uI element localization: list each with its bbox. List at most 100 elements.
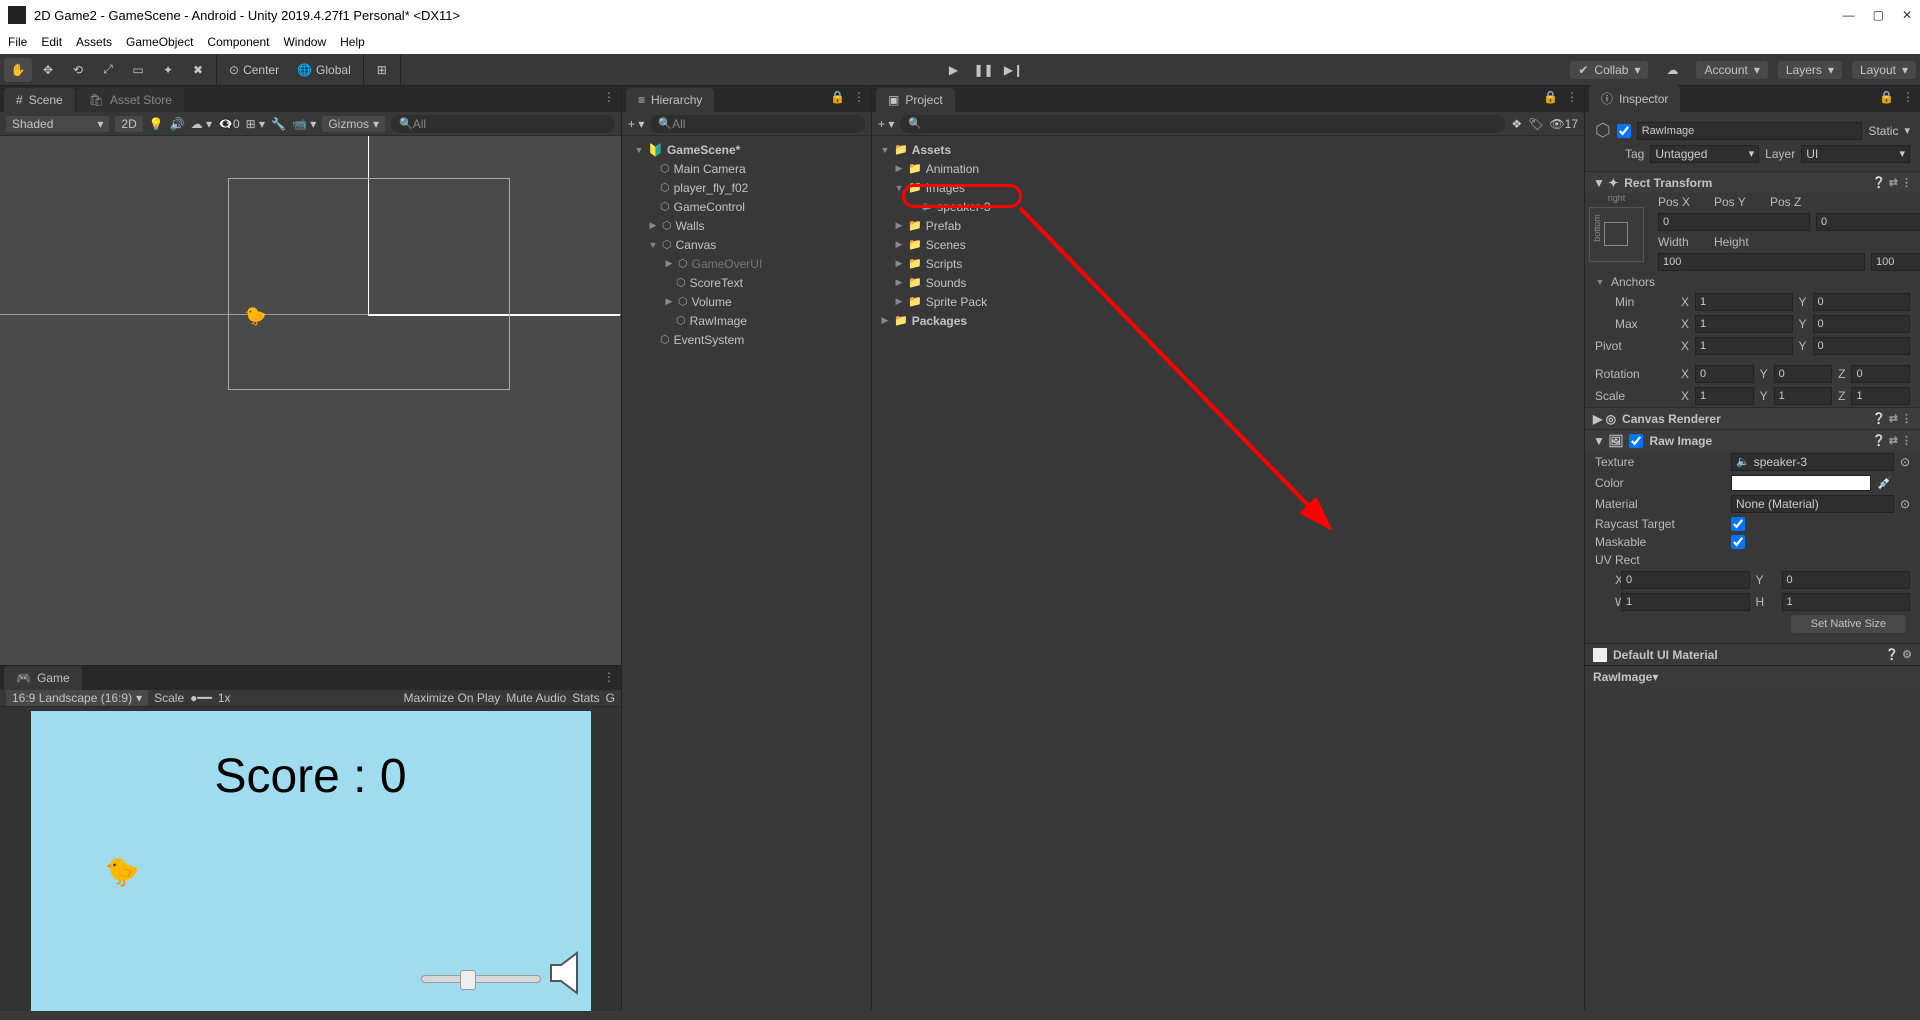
static-label[interactable]: Static (1868, 124, 1898, 138)
hierarchy-item[interactable]: ▶⬡Walls (622, 216, 871, 235)
global-toggle[interactable]: 🌐Global (289, 58, 359, 82)
lock-icon[interactable]: 🔒 (1543, 90, 1558, 104)
anchor-max-y[interactable] (1813, 315, 1910, 333)
rect-transform-header[interactable]: ▼ ✦ Rect Transform❔ ⇄ ⋮ (1585, 171, 1920, 193)
tab-game[interactable]: 🎮 Game (4, 666, 82, 690)
lock-icon[interactable]: 🔒 (830, 90, 845, 104)
hierarchy-item[interactable]: ⬡player_fly_f02 (622, 178, 871, 197)
menu-edit[interactable]: Edit (41, 35, 62, 49)
uv-h[interactable] (1782, 593, 1911, 611)
project-item-speaker[interactable]: 🔈speaker-3 (872, 197, 1584, 216)
anchor-min-x[interactable] (1695, 293, 1792, 311)
rot-z[interactable] (1851, 365, 1910, 383)
menu-window[interactable]: Window (283, 35, 326, 49)
material-field[interactable]: None (Material) (1731, 495, 1894, 513)
rect-tool-icon[interactable]: ▭ (124, 58, 152, 82)
tab-asset-store[interactable]: 🛍 Asset Store (77, 88, 184, 112)
project-item[interactable]: ▶📁Packages (872, 311, 1584, 330)
step-button[interactable]: ▶❙ (1000, 58, 1028, 82)
account-dropdown[interactable]: Account ▾ (1696, 61, 1767, 79)
move-tool-icon[interactable]: ✥ (34, 58, 62, 82)
object-name-field[interactable] (1637, 122, 1863, 140)
set-native-size-button[interactable]: Set Native Size (1791, 615, 1906, 633)
height-field[interactable] (1871, 253, 1920, 271)
hierarchy-item[interactable]: ⬡Main Camera (622, 159, 871, 178)
tools-icon[interactable]: 🔧 (271, 117, 286, 131)
create-dropdown[interactable]: + ▾ (878, 117, 894, 131)
project-item[interactable]: ▶📁Animation (872, 159, 1584, 178)
project-item[interactable]: ▶📁Sprite Pack (872, 292, 1584, 311)
panel-menu-icon[interactable]: ⋮ (603, 90, 615, 104)
preview-bar[interactable]: RawImage ▾ (1585, 665, 1920, 687)
tab-inspector[interactable]: ⓘ Inspector (1589, 85, 1680, 112)
light-icon[interactable]: 💡 (149, 117, 164, 131)
menu-component[interactable]: Component (207, 35, 269, 49)
rot-x[interactable] (1695, 365, 1754, 383)
hierarchy-scene[interactable]: ▼🔰GameScene* (622, 140, 871, 159)
project-item[interactable]: ▼📁Assets (872, 140, 1584, 159)
pivot-x[interactable] (1695, 337, 1792, 355)
scale-tool-icon[interactable]: ⤢ (94, 58, 122, 82)
scale-z[interactable] (1851, 387, 1910, 405)
pivot-toggle[interactable]: ⊙Center (221, 58, 287, 82)
hierarchy-item[interactable]: ⬡EventSystem (622, 330, 871, 349)
transform-tool-icon[interactable]: ✦ (154, 58, 182, 82)
hierarchy-item[interactable]: ▼⬡Canvas (622, 235, 871, 254)
cam-icon[interactable]: 📹 ▾ (292, 117, 316, 131)
raycast-checkbox[interactable] (1731, 517, 1745, 531)
scale-slider[interactable]: ●━━ (190, 691, 212, 705)
maximize-button[interactable]: ▢ (1873, 8, 1884, 22)
visibility-count[interactable]: 👁17 (1549, 117, 1578, 131)
grid-icon[interactable]: ⊞ ▾ (246, 117, 265, 131)
object-picker-icon[interactable]: ⊙ (1900, 455, 1910, 469)
texture-field[interactable]: 🔈speaker-3 (1731, 453, 1894, 471)
uv-x[interactable] (1621, 571, 1750, 589)
hierarchy-item[interactable]: ⬡ScoreText (622, 273, 871, 292)
fx-icon[interactable]: ☁ ▾ (191, 117, 212, 131)
rot-y[interactable] (1774, 365, 1833, 383)
project-item[interactable]: ▶📁Prefab (872, 216, 1584, 235)
panel-menu-icon[interactable]: ⋮ (1902, 90, 1914, 104)
scale-y[interactable] (1774, 387, 1833, 405)
stats-toggle[interactable]: Stats (572, 691, 599, 705)
width-field[interactable] (1658, 253, 1865, 271)
project-item[interactable]: ▶📁Sounds (872, 273, 1584, 292)
speaker-icon[interactable] (547, 951, 591, 998)
snap-icon[interactable]: ⊞ (368, 58, 396, 82)
play-button[interactable]: ▶ (940, 58, 968, 82)
gizmos-dropdown[interactable]: Gizmos ▾ (322, 116, 385, 132)
object-picker-icon[interactable]: ⊙ (1900, 497, 1910, 511)
hierarchy-item[interactable]: ▶⬡Volume (622, 292, 871, 311)
menu-help[interactable]: Help (340, 35, 365, 49)
layer-dropdown[interactable]: UI▾ (1801, 145, 1910, 163)
layout-dropdown[interactable]: Layout ▾ (1852, 61, 1916, 79)
color-field[interactable] (1731, 475, 1871, 491)
uv-y[interactable] (1782, 571, 1911, 589)
canvas-renderer-header[interactable]: ▶ ◎ Canvas Renderer❔ ⇄ ⋮ (1585, 407, 1920, 429)
maskable-checkbox[interactable] (1731, 535, 1745, 549)
mute-toggle[interactable]: Mute Audio (506, 691, 566, 705)
tab-scene[interactable]: # Scene (4, 88, 75, 112)
filter-icon[interactable]: ❖ (1511, 117, 1522, 131)
create-dropdown[interactable]: + ▾ (628, 117, 644, 131)
audio-icon[interactable]: 🔊 (170, 117, 185, 131)
vis-icon[interactable]: 👁‍🗨0 (218, 117, 240, 131)
lock-icon[interactable]: 🔒 (1879, 90, 1894, 104)
menu-gameobject[interactable]: GameObject (126, 35, 193, 49)
object-enabled-checkbox[interactable] (1617, 124, 1631, 138)
minimize-button[interactable]: — (1843, 8, 1855, 22)
hierarchy-item[interactable]: ▶⬡GameOverUI (622, 254, 871, 273)
tab-hierarchy[interactable]: ≡ Hierarchy (626, 88, 714, 112)
custom-tool-icon[interactable]: ✖ (184, 58, 212, 82)
posy-field[interactable] (1816, 213, 1920, 231)
cloud-icon[interactable]: ☁ (1658, 58, 1686, 82)
rawimage-enabled[interactable] (1629, 434, 1643, 448)
hierarchy-item[interactable]: ⬡RawImage (622, 311, 871, 330)
eyedropper-icon[interactable]: 💉 (1877, 476, 1892, 490)
anchor-max-x[interactable] (1695, 315, 1792, 333)
pivot-y[interactable] (1813, 337, 1910, 355)
maximize-toggle[interactable]: Maximize On Play (404, 691, 501, 705)
scene-view[interactable]: 🐤 (0, 136, 621, 665)
tag-dropdown[interactable]: Untagged▾ (1650, 145, 1759, 163)
project-item[interactable]: ▶📁Scripts (872, 254, 1584, 273)
